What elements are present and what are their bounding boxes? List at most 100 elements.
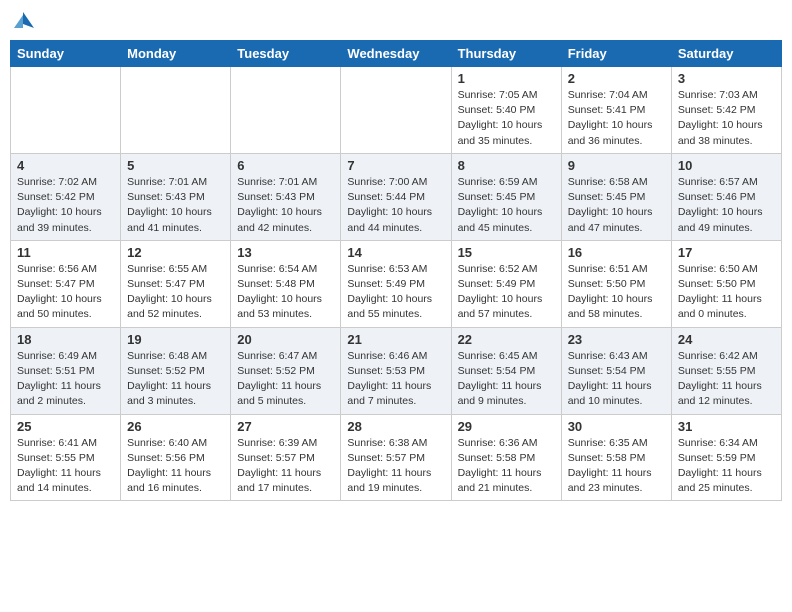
day-number: 15 <box>458 245 555 260</box>
day-number: 24 <box>678 332 775 347</box>
calendar-week-row: 1Sunrise: 7:05 AMSunset: 5:40 PMDaylight… <box>11 67 782 154</box>
calendar-day-cell: 22Sunrise: 6:45 AMSunset: 5:54 PMDayligh… <box>451 327 561 414</box>
day-info: Sunrise: 6:39 AMSunset: 5:57 PMDaylight:… <box>237 436 334 497</box>
day-number: 27 <box>237 419 334 434</box>
day-info: Sunrise: 6:46 AMSunset: 5:53 PMDaylight:… <box>347 349 444 410</box>
calendar-day-cell: 19 Sunrise: 6:48 AMSunset: 5:52 PMDayligh… <box>121 327 231 414</box>
calendar-day-cell: 30Sunrise: 6:35 AMSunset: 5:58 PMDayligh… <box>561 414 671 501</box>
day-number: 7 <box>347 158 444 173</box>
day-info: Sunrise: 6:51 AMSunset: 5:50 PMDaylight:… <box>568 262 665 323</box>
day-of-week-header: Monday <box>121 41 231 67</box>
day-info: Sunrise: 7:01 AMSunset: 5:43 PMDaylight:… <box>237 175 334 236</box>
day-info: Sunrise: 6:35 AMSunset: 5:58 PMDaylight:… <box>568 436 665 497</box>
calendar-day-cell: 25 Sunrise: 6:41 AMSunset: 5:55 PMDayligh… <box>11 414 121 501</box>
day-of-week-header: Sunday <box>11 41 121 67</box>
logo <box>10 10 34 32</box>
calendar-day-cell: 29 Sunrise: 6:36 AMSunset: 5:58 PMDayligh… <box>451 414 561 501</box>
calendar-day-cell <box>231 67 341 154</box>
day-of-week-header: Wednesday <box>341 41 451 67</box>
day-info: Sunrise: 6:53 AMSunset: 5:49 PMDaylight:… <box>347 262 444 323</box>
calendar-day-cell: 31 Sunrise: 6:34 AMSunset: 5:59 PMDayligh… <box>671 414 781 501</box>
calendar-week-row: 4 Sunrise: 7:02 AMSunset: 5:42 PMDaylight… <box>11 153 782 240</box>
day-number: 16 <box>568 245 665 260</box>
day-info: Sunrise: 6:55 AMSunset: 5:47 PMDaylight:… <box>127 262 224 323</box>
day-number: 31 <box>678 419 775 434</box>
day-info: Sunrise: 6:34 AMSunset: 5:59 PMDaylight:… <box>678 436 775 497</box>
day-info: Sunrise: 6:56 AMSunset: 5:47 PMDaylight:… <box>17 262 114 323</box>
calendar-day-cell: 5 Sunrise: 7:01 AMSunset: 5:43 PMDaylight… <box>121 153 231 240</box>
day-of-week-header: Friday <box>561 41 671 67</box>
calendar-day-cell <box>121 67 231 154</box>
calendar-week-row: 11 Sunrise: 6:56 AMSunset: 5:47 PMDayligh… <box>11 240 782 327</box>
calendar-header-row: SundayMondayTuesdayWednesdayThursdayFrid… <box>11 41 782 67</box>
calendar-day-cell: 14Sunrise: 6:53 AMSunset: 5:49 PMDayligh… <box>341 240 451 327</box>
day-number: 11 <box>17 245 114 260</box>
calendar-day-cell: 24Sunrise: 6:42 AMSunset: 5:55 PMDayligh… <box>671 327 781 414</box>
calendar-day-cell: 18 Sunrise: 6:49 AMSunset: 5:51 PMDayligh… <box>11 327 121 414</box>
day-number: 20 <box>237 332 334 347</box>
calendar-day-cell <box>11 67 121 154</box>
day-info: Sunrise: 6:58 AMSunset: 5:45 PMDaylight:… <box>568 175 665 236</box>
logo-icon <box>12 10 34 32</box>
day-info: Sunrise: 6:47 AMSunset: 5:52 PMDaylight:… <box>237 349 334 410</box>
calendar-day-cell <box>341 67 451 154</box>
page-header <box>10 10 782 32</box>
day-info: Sunrise: 6:57 AMSunset: 5:46 PMDaylight:… <box>678 175 775 236</box>
day-info: Sunrise: 6:54 AMSunset: 5:48 PMDaylight:… <box>237 262 334 323</box>
day-info: Sunrise: 7:05 AMSunset: 5:40 PMDaylight:… <box>458 88 555 149</box>
day-info: Sunrise: 7:02 AMSunset: 5:42 PMDaylight:… <box>17 175 114 236</box>
day-info: Sunrise: 6:43 AMSunset: 5:54 PMDaylight:… <box>568 349 665 410</box>
day-number: 19 <box>127 332 224 347</box>
day-of-week-header: Saturday <box>671 41 781 67</box>
calendar-day-cell: 13 Sunrise: 6:54 AMSunset: 5:48 PMDayligh… <box>231 240 341 327</box>
day-of-week-header: Tuesday <box>231 41 341 67</box>
day-number: 8 <box>458 158 555 173</box>
calendar-day-cell: 12 Sunrise: 6:55 AMSunset: 5:47 PMDayligh… <box>121 240 231 327</box>
calendar-day-cell: 28 Sunrise: 6:38 AMSunset: 5:57 PMDayligh… <box>341 414 451 501</box>
day-number: 17 <box>678 245 775 260</box>
calendar-day-cell: 16 Sunrise: 6:51 AMSunset: 5:50 PMDayligh… <box>561 240 671 327</box>
calendar-day-cell: 7Sunrise: 7:00 AMSunset: 5:44 PMDaylight… <box>341 153 451 240</box>
calendar-day-cell: 21 Sunrise: 6:46 AMSunset: 5:53 PMDayligh… <box>341 327 451 414</box>
calendar-day-cell: 11 Sunrise: 6:56 AMSunset: 5:47 PMDayligh… <box>11 240 121 327</box>
day-number: 6 <box>237 158 334 173</box>
calendar-day-cell: 2 Sunrise: 7:04 AMSunset: 5:41 PMDaylight… <box>561 67 671 154</box>
calendar-week-row: 18 Sunrise: 6:49 AMSunset: 5:51 PMDayligh… <box>11 327 782 414</box>
day-number: 12 <box>127 245 224 260</box>
day-number: 25 <box>17 419 114 434</box>
day-info: Sunrise: 6:48 AMSunset: 5:52 PMDaylight:… <box>127 349 224 410</box>
day-number: 29 <box>458 419 555 434</box>
day-info: Sunrise: 6:38 AMSunset: 5:57 PMDaylight:… <box>347 436 444 497</box>
calendar-day-cell: 27 Sunrise: 6:39 AMSunset: 5:57 PMDayligh… <box>231 414 341 501</box>
day-number: 26 <box>127 419 224 434</box>
calendar-table: SundayMondayTuesdayWednesdayThursdayFrid… <box>10 40 782 501</box>
day-info: Sunrise: 6:59 AMSunset: 5:45 PMDaylight:… <box>458 175 555 236</box>
day-of-week-header: Thursday <box>451 41 561 67</box>
day-number: 28 <box>347 419 444 434</box>
day-info: Sunrise: 7:03 AMSunset: 5:42 PMDaylight:… <box>678 88 775 149</box>
calendar-day-cell: 20 Sunrise: 6:47 AMSunset: 5:52 PMDayligh… <box>231 327 341 414</box>
day-number: 13 <box>237 245 334 260</box>
day-number: 2 <box>568 71 665 86</box>
calendar-day-cell: 3Sunrise: 7:03 AMSunset: 5:42 PMDaylight… <box>671 67 781 154</box>
day-number: 10 <box>678 158 775 173</box>
day-info: Sunrise: 7:04 AMSunset: 5:41 PMDaylight:… <box>568 88 665 149</box>
day-info: Sunrise: 6:41 AMSunset: 5:55 PMDaylight:… <box>17 436 114 497</box>
day-info: Sunrise: 7:01 AMSunset: 5:43 PMDaylight:… <box>127 175 224 236</box>
calendar-day-cell: 15 Sunrise: 6:52 AMSunset: 5:49 PMDayligh… <box>451 240 561 327</box>
calendar-week-row: 25 Sunrise: 6:41 AMSunset: 5:55 PMDayligh… <box>11 414 782 501</box>
day-number: 21 <box>347 332 444 347</box>
calendar-day-cell: 6 Sunrise: 7:01 AMSunset: 5:43 PMDaylight… <box>231 153 341 240</box>
day-number: 23 <box>568 332 665 347</box>
calendar-day-cell: 8 Sunrise: 6:59 AMSunset: 5:45 PMDaylight… <box>451 153 561 240</box>
day-info: Sunrise: 6:40 AMSunset: 5:56 PMDaylight:… <box>127 436 224 497</box>
day-number: 22 <box>458 332 555 347</box>
day-info: Sunrise: 6:52 AMSunset: 5:49 PMDaylight:… <box>458 262 555 323</box>
day-number: 18 <box>17 332 114 347</box>
day-number: 4 <box>17 158 114 173</box>
calendar-day-cell: 10 Sunrise: 6:57 AMSunset: 5:46 PMDayligh… <box>671 153 781 240</box>
day-info: Sunrise: 6:36 AMSunset: 5:58 PMDaylight:… <box>458 436 555 497</box>
day-number: 5 <box>127 158 224 173</box>
day-info: Sunrise: 6:49 AMSunset: 5:51 PMDaylight:… <box>17 349 114 410</box>
calendar-day-cell: 17Sunrise: 6:50 AMSunset: 5:50 PMDayligh… <box>671 240 781 327</box>
